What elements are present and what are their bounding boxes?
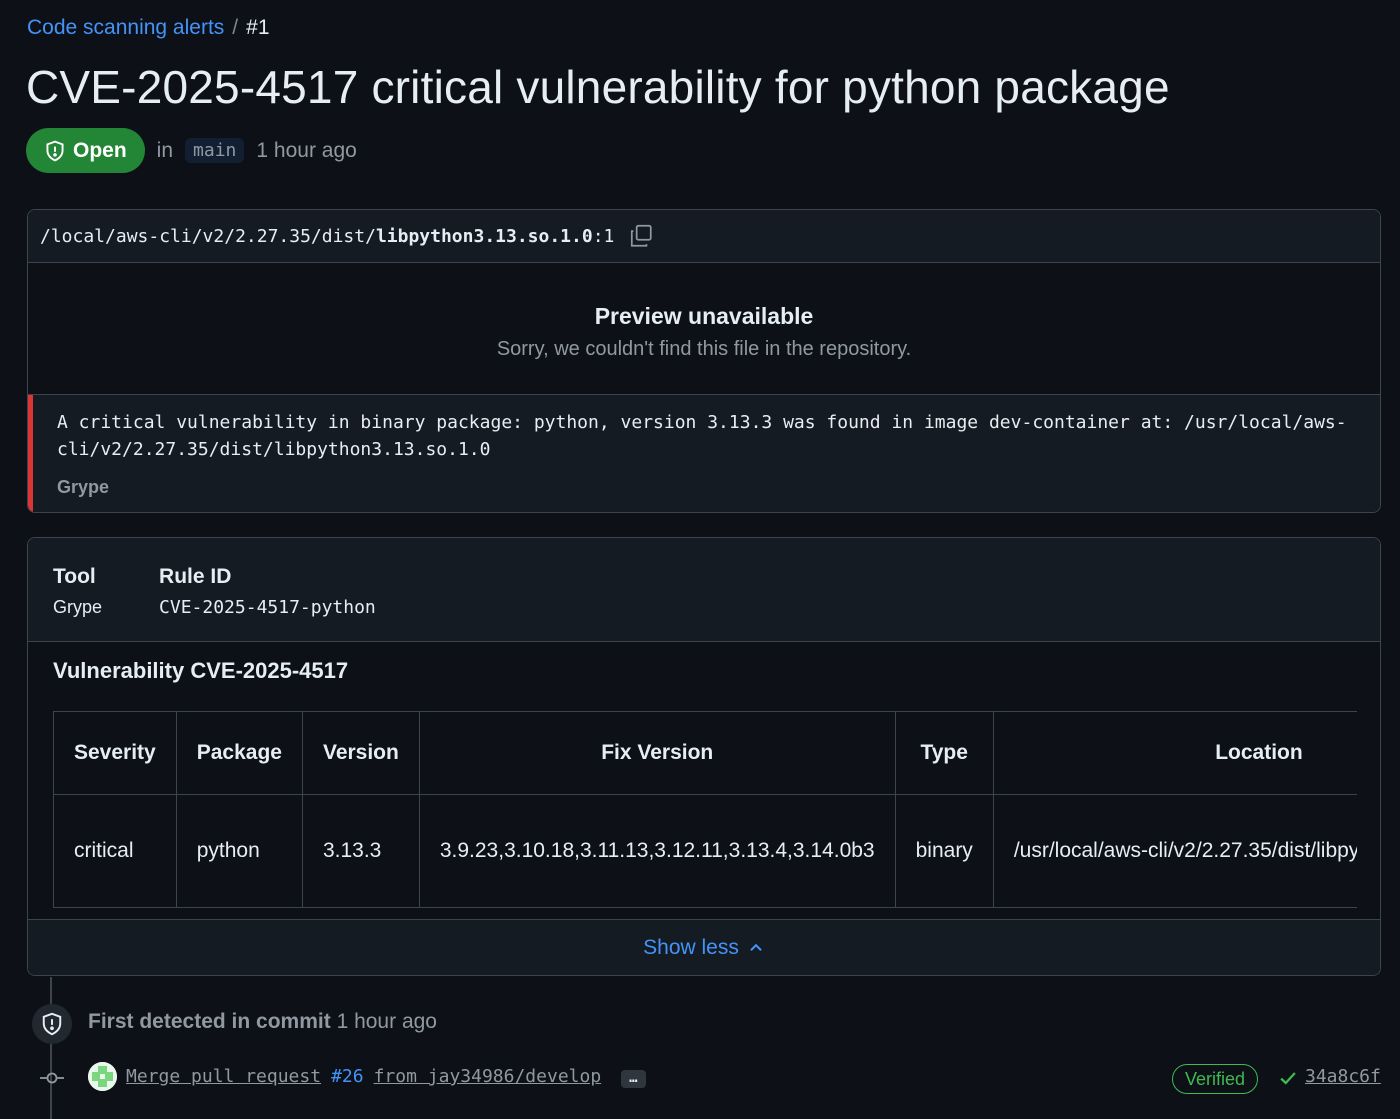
file-path-line: :1 [592,225,615,247]
status-badge-open: Open [26,128,145,173]
commit-message: Merge pull request #26 from jay34986/dev… [126,1066,646,1088]
chevron-up-icon [750,943,762,951]
status-badge-label: Open [73,138,127,162]
file-path-filename: libpython3.13.so.1.0 [375,225,593,247]
shield-icon [46,140,64,161]
timeline-line-top [50,977,52,1004]
rule-id-label: Rule ID [159,565,232,588]
alert-meta: Tool Grype Rule ID CVE-2025-4517-python [28,538,1380,642]
breadcrumb-code-scanning-alerts-link[interactable]: Code scanning alerts [27,16,224,40]
preview-subtitle: Sorry, we couldn't find this file in the… [496,338,912,360]
table-header-location: Location [992,711,1357,795]
alert-status-row: Open in main 1 hour ago [26,128,357,173]
cell-type: binary [894,794,994,908]
verified-badge[interactable]: Verified [1172,1064,1259,1094]
copy-icon[interactable] [628,223,654,249]
alert-message: A critical vulnerability in binary packa… [28,395,1380,512]
table-header-version: Version [301,711,420,795]
table-header-type: Type [894,711,994,795]
table-header-fix-version: Fix Version [418,711,896,795]
status-in-label: in [156,138,174,162]
breadcrumb-separator: / [232,16,239,39]
breadcrumb: Code scanning alerts / #1 [27,16,270,40]
alert-file-panel: /local/aws-cli/v2/2.27.35/dist/libpython… [27,209,1381,513]
alert-details-panel: Tool Grype Rule ID CVE-2025-4517-python … [27,537,1381,976]
tool-label: Tool [53,565,96,588]
expand-commit-message-button[interactable]: … [621,1070,646,1088]
tool-meta: Tool Grype [53,565,102,641]
tool-value: Grype [53,597,103,617]
show-less-label: Show less [643,935,739,959]
file-path-prefix: /local/aws-cli/v2/2.27.35/dist/ [40,225,376,247]
preview-title: Preview unavailable [594,303,814,329]
alert-message-tool: Grype [57,477,110,497]
status-time: 1 hour ago [256,138,357,162]
alert-message-text: A critical vulnerability in binary packa… [57,412,1347,460]
commit-message-link[interactable]: Merge pull request [126,1066,321,1087]
cell-version: 3.13.3 [301,794,420,908]
vulnerability-title: Vulnerability CVE-2025-4517 [53,658,349,683]
breadcrumb-current: #1 [246,16,270,39]
timeline-shield-badge [32,1004,72,1044]
cell-package: python [175,794,303,908]
pull-request-link[interactable]: #26 [331,1066,364,1087]
shield-icon [42,1012,62,1036]
preview-unavailable: Preview unavailable Sorry, we couldn't f… [28,263,1380,395]
table-header-severity: Severity [53,711,177,795]
vulnerability-table: Severity Package Version Fix Version Typ… [53,711,1357,908]
cell-fix-version: 3.9.23,3.10.18,3.11.13,3.12.11,3.13.4,3.… [418,794,896,908]
first-detected-time: 1 hour ago [336,1010,437,1033]
check-icon [1280,1072,1296,1085]
first-detected-label: First detected in commit [88,1010,331,1033]
page-title: CVE-2025-4517 critical vulnerability for… [26,61,1170,113]
rule-id-value: CVE-2025-4517-python [159,597,376,618]
table-row: critical python 3.13.3 3.9.23,3.10.18,3.… [53,794,1357,908]
show-less-button[interactable]: Show less [28,919,1380,975]
branch-name[interactable]: main [185,138,245,163]
commit-sha-link[interactable]: 34a8c6f [1305,1066,1381,1087]
vulnerability-table-wrapper[interactable]: Severity Package Version Fix Version Typ… [53,711,1357,908]
table-header-package: Package [175,711,303,795]
git-commit-icon [40,1072,64,1084]
cell-severity: critical [53,794,177,908]
file-path-header: /local/aws-cli/v2/2.27.35/dist/libpython… [28,210,1380,263]
rule-meta: Rule ID CVE-2025-4517-python [159,565,376,641]
commit-message-link-rest[interactable]: from jay34986/develop [374,1066,602,1087]
avatar[interactable] [88,1062,117,1091]
table-header-row: Severity Package Version Fix Version Typ… [53,711,1357,795]
first-detected-text: First detected in commit 1 hour ago [88,1010,437,1034]
cell-location: /usr/local/aws-cli/v2/2.27.35/dist/libpy… [992,794,1357,908]
file-path[interactable]: /local/aws-cli/v2/2.27.35/dist/libpython… [40,226,614,247]
